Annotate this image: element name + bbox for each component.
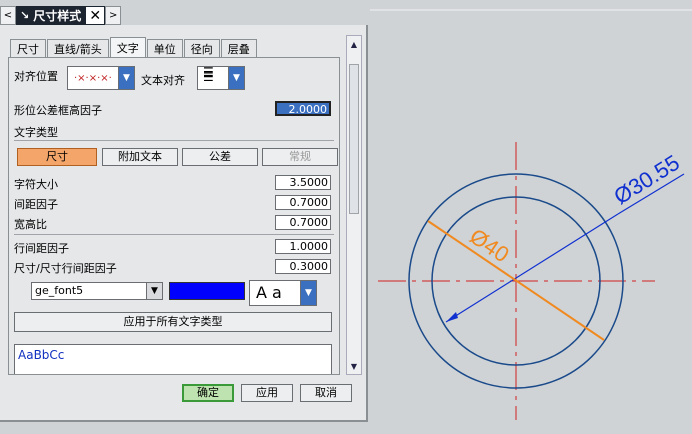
char-size-input[interactable]: 3.5000 xyxy=(275,175,331,190)
text-tab-content: 对齐位置 ·×·×·×· ▼ 文本对齐 ☰ ☰ ▼ 形位公差框高因子 2.0000… xyxy=(8,57,340,375)
dim-style-panel: 尺寸 直线/箭头 文字 单位 径向 层叠 对齐位置 ·×·×·×· ▼ 文本对齐… xyxy=(0,25,368,422)
font-color-swatch[interactable] xyxy=(169,282,245,300)
tol-factor-row: 形位公差框高因子 xyxy=(14,102,102,118)
align-position-label: 对齐位置 xyxy=(14,70,58,83)
panel-title: ↘ 尺寸样式 xyxy=(16,6,86,25)
font-style-preview: A a xyxy=(256,283,282,302)
text-type-label: 文字类型 xyxy=(14,126,58,139)
preview-text: AaBbCc xyxy=(18,348,65,362)
chevron-down-icon[interactable]: ▼ xyxy=(118,67,134,89)
close-button[interactable]: ✕ xyxy=(85,6,106,25)
font-dropdown[interactable]: ge_font5 ▼ xyxy=(31,282,163,300)
tol-factor-input[interactable]: 2.0000 xyxy=(275,101,331,116)
tol-factor-label: 形位公差框高因子 xyxy=(14,104,102,117)
tab-stacking[interactable]: 层叠 xyxy=(220,39,257,57)
dim-line-spacing-row: 尺寸/尺寸行间距因子 xyxy=(14,260,117,276)
type-tolerance-button[interactable]: 公差 xyxy=(182,148,258,166)
tab-radial[interactable]: 径向 xyxy=(183,39,220,57)
spacing-label: 间距因子 xyxy=(14,198,58,211)
line-spacing-row: 行间距因子 xyxy=(14,240,69,256)
tab-text[interactable]: 文字 xyxy=(109,37,146,57)
tab-bar: 尺寸 直线/箭头 文字 单位 径向 层叠 xyxy=(10,37,258,57)
font-name: ge_font5 xyxy=(35,284,84,297)
scroll-thumb[interactable] xyxy=(349,64,359,214)
ok-button[interactable]: 确定 xyxy=(182,384,234,402)
text-align-label: 文本对齐 xyxy=(141,74,185,87)
prev-panel-button[interactable]: < xyxy=(0,6,16,25)
line-spacing-input[interactable]: 1.0000 xyxy=(275,239,331,254)
chevron-down-icon[interactable]: ▼ xyxy=(146,283,162,299)
scroll-down-icon[interactable]: ▼ xyxy=(347,359,361,373)
tab-line-arrow[interactable]: 直线/箭头 xyxy=(47,39,109,57)
type-general-button[interactable]: 常规 xyxy=(262,148,338,166)
char-size-row: 字符大小 xyxy=(14,176,58,192)
align-position-dropdown[interactable]: ·×·×·×· ▼ xyxy=(67,66,135,90)
aspect-row: 宽高比 xyxy=(14,216,47,232)
type-dimension-button[interactable]: 尺寸 xyxy=(17,148,97,166)
panel-title-text: 尺寸样式 xyxy=(33,9,82,23)
apply-all-text-types-button[interactable]: 应用于所有文字类型 xyxy=(14,312,332,332)
font-style-dropdown[interactable]: A a ▼ xyxy=(249,280,317,306)
scroll-up-icon[interactable]: ▲ xyxy=(347,37,361,51)
text-type-row: 文字类型 xyxy=(14,124,58,140)
divider xyxy=(14,234,334,235)
align-row: 对齐位置 xyxy=(14,68,58,84)
text-align-icon: ☰ ☰ xyxy=(203,65,214,84)
spacing-row: 间距因子 xyxy=(14,196,58,212)
text-align-label-row: 文本对齐 xyxy=(141,72,185,88)
divider xyxy=(14,140,334,141)
aspect-label: 宽高比 xyxy=(14,218,47,231)
char-size-label: 字符大小 xyxy=(14,178,58,191)
spacing-input[interactable]: 0.7000 xyxy=(275,195,331,210)
chevron-down-icon[interactable]: ▼ xyxy=(300,281,316,305)
chevron-down-icon[interactable]: ▼ xyxy=(228,67,244,89)
apply-button[interactable]: 应用 xyxy=(241,384,293,402)
cancel-button[interactable]: 取消 xyxy=(300,384,352,402)
tab-dimension[interactable]: 尺寸 xyxy=(10,39,46,57)
text-align-dropdown[interactable]: ☰ ☰ ▼ xyxy=(197,66,245,90)
type-appended-text-button[interactable]: 附加文本 xyxy=(102,148,178,166)
panel-titlebar: < ↘ 尺寸样式 ✕ > xyxy=(0,6,146,25)
text-preview: AaBbCc xyxy=(14,344,332,374)
pin-icon[interactable]: ↘ xyxy=(20,9,29,22)
tab-units[interactable]: 单位 xyxy=(146,39,183,57)
outer-dim-text: Ø30.55 xyxy=(609,150,683,209)
panel-scrollbar[interactable]: ▲ ▼ xyxy=(346,35,362,375)
align-position-icon: ·×·×·×· xyxy=(74,73,112,84)
next-panel-button[interactable]: > xyxy=(105,6,122,25)
aspect-input[interactable]: 0.7000 xyxy=(275,215,331,230)
text-type-buttons: 尺寸 附加文本 公差 常规 xyxy=(14,148,339,168)
line-spacing-label: 行间距因子 xyxy=(14,242,69,255)
dim-line-spacing-input[interactable]: 0.3000 xyxy=(275,259,331,274)
outer-dim-line xyxy=(445,213,619,323)
inner-dim-text: Ø40 xyxy=(465,223,513,267)
dim-line-spacing-label: 尺寸/尺寸行间距因子 xyxy=(14,262,117,275)
